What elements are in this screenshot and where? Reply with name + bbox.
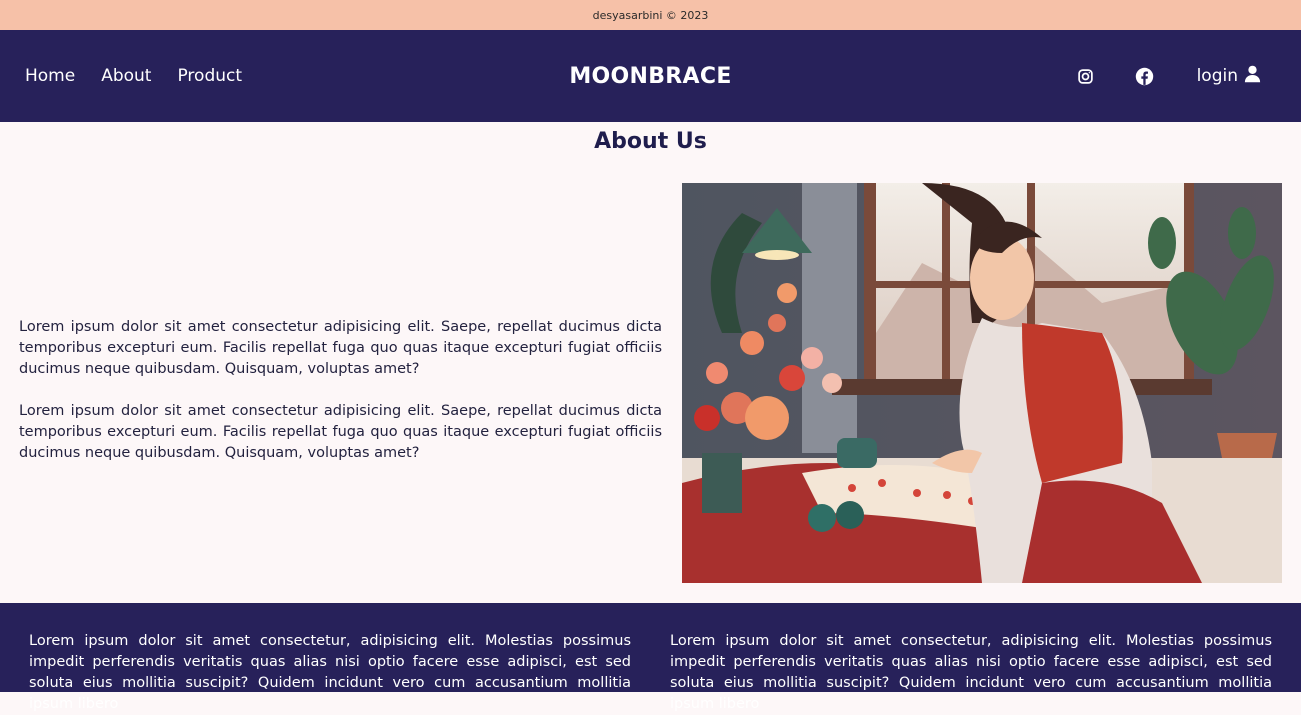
- nav-link-about[interactable]: About: [101, 66, 151, 86]
- nav-actions: login: [1076, 30, 1261, 122]
- nav-links: Home About Product: [25, 30, 242, 122]
- about-section: Lorem ipsum dolor sit amet consectetur a…: [0, 157, 1301, 607]
- about-text: Lorem ipsum dolor sit amet consectetur a…: [19, 317, 662, 464]
- nav-link-product[interactable]: Product: [177, 66, 242, 86]
- navbar: Home About Product MOONBRACE login: [0, 30, 1301, 122]
- copyright-text: desyasarbini © 2023: [592, 8, 709, 22]
- login-button[interactable]: login: [1197, 65, 1261, 88]
- instagram-icon[interactable]: [1076, 66, 1096, 86]
- nav-link-home[interactable]: Home: [25, 66, 75, 86]
- facebook-icon[interactable]: [1135, 66, 1155, 86]
- hero-illustration: [682, 183, 1282, 583]
- about-paragraph: Lorem ipsum dolor sit amet consectetur a…: [19, 319, 662, 377]
- user-icon: [1244, 65, 1261, 88]
- footer: Lorem ipsum dolor sit amet consectetur, …: [0, 603, 1301, 712]
- page-title: About Us: [594, 129, 707, 154]
- copyright-bar: desyasarbini © 2023: [0, 0, 1301, 30]
- footer-column: Lorem ipsum dolor sit amet consectetur, …: [670, 633, 1272, 712]
- login-label: login: [1196, 66, 1238, 86]
- footer-column: Lorem ipsum dolor sit amet consectetur, …: [29, 633, 631, 712]
- about-paragraph: Lorem ipsum dolor sit amet consectetur a…: [19, 403, 662, 461]
